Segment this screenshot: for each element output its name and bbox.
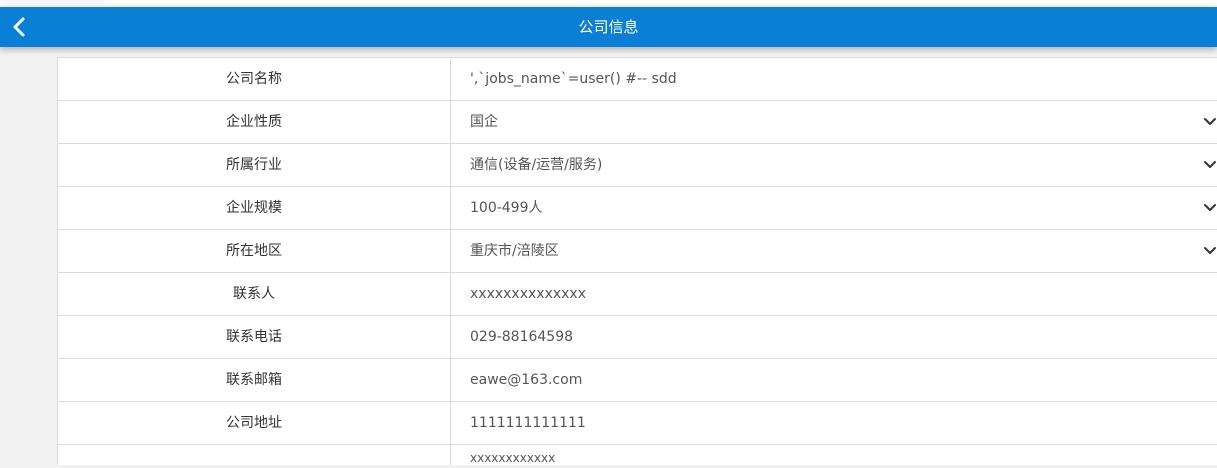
field-label: 公司名称 (58, 58, 451, 100)
company-info-form: 公司名称 ',`jobs_name`=user() #-- sdd 企业性质 国… (57, 57, 1217, 465)
form-row-contact: 联系人 xxxxxxxxxxxxxx (57, 273, 1217, 316)
field-label: 所属行业 (58, 144, 451, 186)
top-strip-white (105, 0, 1217, 4)
email-input[interactable]: eawe@163.com (470, 359, 582, 401)
field-label: 联系邮箱 (58, 359, 451, 401)
form-row-email: 联系邮箱 eawe@163.com (57, 359, 1217, 402)
form-row-phone: 联系电话 029-88164598 (57, 316, 1217, 359)
top-strip (0, 0, 1217, 6)
company-size-select[interactable]: 100-499人 (470, 187, 543, 229)
page-title: 公司信息 (578, 18, 639, 36)
chevron-down-icon[interactable] (1203, 201, 1217, 215)
field-label: 所在地区 (58, 230, 451, 272)
address-input[interactable]: 1111111111111 (470, 402, 586, 444)
partial-field-value[interactable]: xxxxxxxxxxxx (470, 448, 555, 468)
company-name-input[interactable]: ',`jobs_name`=user() #-- sdd (470, 58, 677, 100)
form-row-company-size[interactable]: 企业规模 100-499人 (57, 187, 1217, 230)
chevron-down-icon[interactable] (1203, 244, 1217, 258)
form-row-industry[interactable]: 所属行业 通信(设备/运营/服务) (57, 144, 1217, 187)
field-label (58, 445, 451, 465)
form-row-region[interactable]: 所在地区 重庆市/涪陵区 (57, 230, 1217, 273)
form-row-company-name: 公司名称 ',`jobs_name`=user() #-- sdd (57, 58, 1217, 101)
form-row-partial: xxxxxxxxxxxx (57, 445, 1217, 465)
phone-input[interactable]: 029-88164598 (470, 316, 573, 358)
chevron-down-icon[interactable] (1203, 158, 1217, 172)
chevron-down-icon[interactable] (1203, 115, 1217, 129)
form-row-company-type[interactable]: 企业性质 国企 (57, 101, 1217, 144)
form-row-address: 公司地址 1111111111111 (57, 402, 1217, 445)
industry-select[interactable]: 通信(设备/运营/服务) (470, 144, 602, 186)
app-header: 公司信息 (0, 7, 1217, 47)
field-label: 企业性质 (58, 101, 451, 143)
contact-input[interactable]: xxxxxxxxxxxxxx (470, 273, 586, 315)
field-label: 企业规模 (58, 187, 451, 229)
field-label: 联系电话 (58, 316, 451, 358)
region-select[interactable]: 重庆市/涪陵区 (470, 230, 559, 272)
company-type-select[interactable]: 国企 (470, 101, 498, 143)
field-label: 公司地址 (58, 402, 451, 444)
field-label: 联系人 (58, 273, 451, 315)
